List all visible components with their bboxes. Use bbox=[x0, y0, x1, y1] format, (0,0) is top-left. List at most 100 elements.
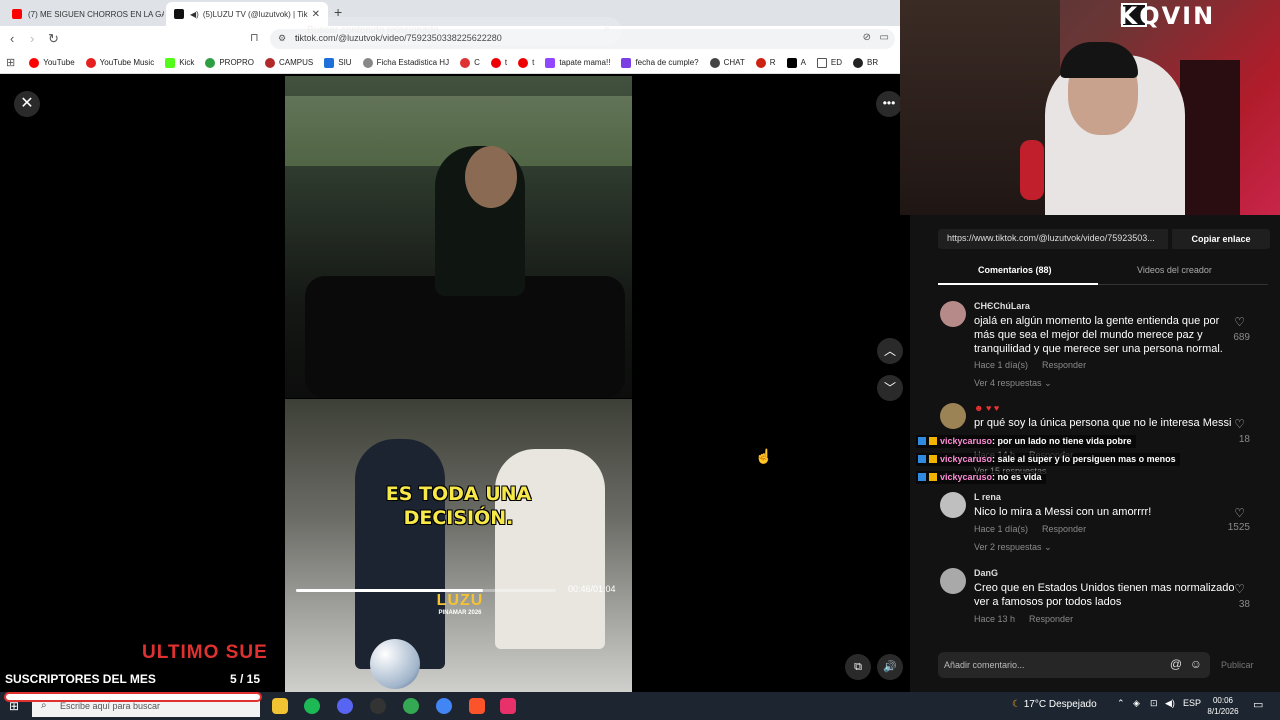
forward-icon[interactable]: › bbox=[30, 31, 34, 46]
video-bottom-half: ES TODA UNA DECISIÓN. LUZU PINAMAR 2026 bbox=[285, 399, 632, 692]
comment-user-emoji[interactable]: ☻ ♥ ♥ bbox=[974, 403, 999, 413]
chat-message: vickycaruso: no es vida bbox=[916, 471, 1046, 484]
obs-icon[interactable] bbox=[370, 698, 386, 714]
tiktok-app-icon[interactable] bbox=[500, 698, 516, 714]
avatar[interactable] bbox=[940, 301, 966, 327]
bookmark-campus[interactable]: CAMPUS bbox=[265, 57, 313, 68]
notifications-icon[interactable]: ▭ bbox=[1253, 698, 1263, 711]
r-icon bbox=[755, 57, 766, 68]
comment-user[interactable]: CHЄChúLara bbox=[974, 301, 1030, 311]
bookmark-propro[interactable]: PROPRO bbox=[205, 57, 254, 68]
bookmark-youtube[interactable]: YouTube bbox=[29, 57, 75, 68]
heart-icon[interactable]: ♡ bbox=[1234, 506, 1245, 520]
reply-button[interactable]: Responder bbox=[1042, 524, 1086, 534]
heart-icon[interactable]: ♡ bbox=[1234, 315, 1245, 329]
x-icon bbox=[786, 57, 797, 68]
moon-icon: ☾ bbox=[1012, 699, 1021, 710]
folder-icon bbox=[816, 57, 827, 68]
subs-goal-count: 5 / 15 bbox=[229, 672, 260, 686]
chevron-down-icon: ﹀ bbox=[883, 381, 896, 395]
bookmark-t2[interactable]: t bbox=[518, 57, 534, 68]
volume-button[interactable]: 🔊 bbox=[877, 654, 903, 680]
wifi-icon[interactable]: ⊡ bbox=[1150, 698, 1158, 709]
bookmark-c[interactable]: C bbox=[460, 57, 480, 68]
avatar[interactable] bbox=[940, 403, 966, 429]
bookmark-icon[interactable]: ⊓ bbox=[250, 31, 259, 44]
mention-icon[interactable]: @ bbox=[1170, 657, 1182, 671]
avatar[interactable] bbox=[940, 492, 966, 518]
subs-goal-bar bbox=[4, 692, 262, 702]
bookmark-chat[interactable]: CHAT bbox=[709, 57, 745, 68]
tab-youtube[interactable]: (7) ME SIGUEN CHORROS EN LA GA bbox=[4, 2, 164, 26]
brave-icon[interactable] bbox=[469, 698, 485, 714]
video-viewer: ✕ ES TODA UNA DECISIÓN. LUZU PINAMAR 202… bbox=[0, 76, 910, 692]
bookmark-a[interactable]: A bbox=[786, 57, 806, 68]
next-video-button[interactable]: ﹀ bbox=[877, 375, 903, 401]
heart-icon[interactable]: ♡ bbox=[1234, 417, 1245, 431]
publish-button[interactable]: Publicar bbox=[1221, 660, 1254, 670]
network-icon[interactable]: ◈ bbox=[1133, 698, 1140, 709]
bookmark-ficha[interactable]: Ficha Estadistica HJ bbox=[362, 57, 449, 68]
comment-meta: Hace 1 día(s) Responder bbox=[974, 524, 1087, 534]
search-icon[interactable]: ⌕ bbox=[604, 23, 610, 36]
campus-icon bbox=[265, 57, 276, 68]
person-right bbox=[495, 449, 605, 649]
share-url-field[interactable]: https://www.tiktok.com/@luzutvok/video/7… bbox=[938, 229, 1168, 249]
chrome-icon[interactable] bbox=[403, 698, 419, 714]
site-info-icon[interactable]: ⚙ bbox=[278, 33, 286, 44]
heart-icon[interactable]: ♡ bbox=[1234, 582, 1245, 596]
spotify-icon[interactable] bbox=[304, 698, 320, 714]
chrome-profile-icon[interactable] bbox=[436, 698, 452, 714]
close-button[interactable]: ✕ bbox=[14, 91, 40, 117]
copy-link-button[interactable]: Copiar enlace bbox=[1172, 229, 1270, 249]
person-head bbox=[465, 146, 517, 208]
clock[interactable]: 00:06 8/1/2026 bbox=[1200, 695, 1246, 717]
reply-button[interactable]: Responder bbox=[1042, 360, 1086, 370]
related-search-input[interactable]: Buscar contenido relacionado ⌕ bbox=[297, 17, 622, 45]
comment-text: pr qué soy la única persona que no le in… bbox=[974, 417, 1232, 429]
video-progress-bar[interactable] bbox=[296, 589, 556, 592]
comment-text: Creo que en Estados Unidos tienen mas no… bbox=[974, 582, 1235, 608]
back-icon[interactable]: ‹ bbox=[10, 31, 14, 46]
comment-user[interactable]: L rena bbox=[974, 492, 1001, 502]
bookmark-cumple[interactable]: fecha de cumple? bbox=[621, 57, 699, 68]
emoji-icon[interactable]: ☺ bbox=[1190, 657, 1202, 671]
tab-creator-videos[interactable]: Videos del creador bbox=[1137, 265, 1212, 275]
discord-icon[interactable] bbox=[337, 698, 353, 714]
tray-chevron-icon[interactable]: ⌃ bbox=[1117, 698, 1125, 709]
sub-badge-icon bbox=[918, 455, 926, 463]
streamer-webcam bbox=[900, 0, 1280, 215]
tab-label: (7) ME SIGUEN CHORROS EN LA GA bbox=[28, 9, 164, 19]
reply-button[interactable]: Responder bbox=[1029, 614, 1073, 624]
previous-video-button[interactable]: ︿ bbox=[877, 338, 903, 364]
weather-widget[interactable]: ☾ 17°C Despejado bbox=[1012, 699, 1097, 710]
comment-user[interactable]: DanG bbox=[974, 568, 998, 578]
bookmark-r[interactable]: R bbox=[755, 57, 776, 68]
bookmark-t1[interactable]: t bbox=[490, 57, 507, 68]
kick-icon bbox=[165, 57, 176, 68]
video-frame[interactable]: ES TODA UNA DECISIÓN. LUZU PINAMAR 2026 bbox=[285, 76, 632, 692]
reload-icon[interactable]: ↻ bbox=[48, 31, 59, 47]
tab-comments[interactable]: Comentarios (88) bbox=[978, 265, 1052, 275]
bookmark-youtube-music[interactable]: YouTube Music bbox=[85, 57, 154, 68]
bookmark-kick[interactable]: Kick bbox=[165, 57, 194, 68]
keyboard-language[interactable]: ESP bbox=[1183, 698, 1201, 708]
file-explorer-icon[interactable] bbox=[272, 698, 288, 714]
add-comment-input[interactable]: Añadir comentario... @ ☺ bbox=[938, 652, 1210, 678]
avatar[interactable] bbox=[940, 568, 966, 594]
sidebar-icon[interactable]: ▭ bbox=[880, 32, 889, 43]
volume-tray-icon[interactable]: ◀) bbox=[1165, 698, 1175, 709]
pip-button[interactable]: ⧉ bbox=[845, 654, 871, 680]
chevron-down-icon: ⌄ bbox=[1044, 378, 1052, 388]
bookmark-br[interactable]: BR bbox=[853, 57, 878, 68]
view-replies-button[interactable]: Ver 2 respuestas ⌄ bbox=[974, 542, 1052, 553]
volume-icon: 🔊 bbox=[883, 661, 897, 673]
bookmark-ed[interactable]: ED bbox=[816, 57, 842, 68]
more-options-button[interactable]: ••• bbox=[876, 91, 902, 117]
apps-grid-icon[interactable]: ⊞ bbox=[6, 56, 15, 69]
cast-icon[interactable]: ⊘ bbox=[863, 32, 871, 43]
subs-goal: SUSCRIPTORES DEL MES 5 / 15 bbox=[0, 670, 268, 688]
bookmark-tapate[interactable]: tapate mama!! bbox=[545, 57, 610, 68]
view-replies-button[interactable]: Ver 4 respuestas ⌄ bbox=[974, 378, 1052, 389]
bookmark-siu[interactable]: SIU bbox=[324, 57, 352, 68]
